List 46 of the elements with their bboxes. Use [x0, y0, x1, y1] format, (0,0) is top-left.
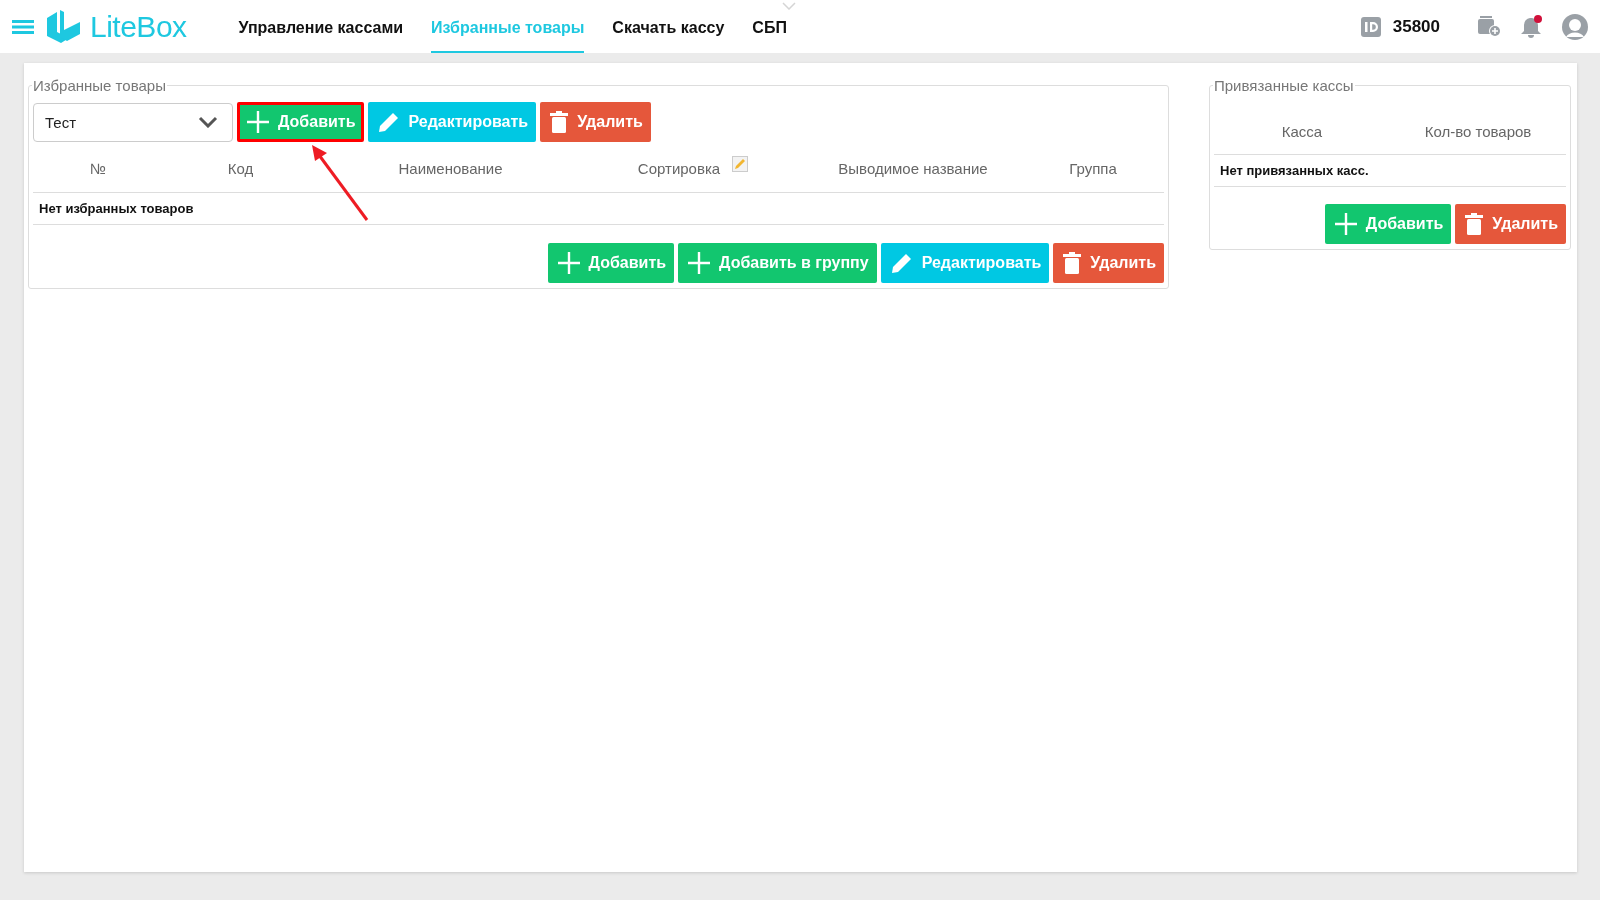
user-id: 35800	[1392, 16, 1440, 37]
column-header: Касса	[1281, 122, 1323, 140]
plus-icon	[247, 111, 269, 133]
nav-tab[interactable]: Скачать кассу	[612, 0, 725, 53]
pencil-icon	[890, 252, 913, 274]
chevron-icon[interactable]	[782, 2, 796, 10]
trash-icon	[1063, 252, 1082, 274]
plus-icon	[557, 252, 580, 274]
panel-title: Привязанные кассы	[1213, 77, 1355, 94]
delete-button[interactable]: Удалить	[1053, 243, 1164, 283]
trash-icon	[550, 111, 569, 133]
list-select[interactable]: Тест	[33, 102, 233, 142]
column-header: Код	[227, 159, 254, 177]
nav-tab[interactable]: СБП	[752, 0, 787, 53]
logo[interactable]: LiteBox	[90, 9, 187, 44]
pencil-icon[interactable]	[732, 156, 749, 172]
plus-icon	[1334, 213, 1357, 235]
menu-icon[interactable]	[12, 19, 34, 34]
chevron-icon	[198, 116, 218, 128]
plus-icon	[688, 252, 711, 274]
empty-message: Нет избранных товаров	[39, 201, 194, 216]
bell-icon[interactable]	[1520, 14, 1544, 39]
column-header: Сортировка	[637, 159, 721, 177]
avatar-icon[interactable]	[1562, 13, 1588, 40]
column-header: Выводимое название	[838, 159, 988, 177]
add-button[interactable]: Добавить	[547, 243, 675, 283]
nav-tab[interactable]: Управление кассами	[238, 0, 404, 53]
add-button[interactable]: Добавить	[237, 102, 364, 142]
id-icon	[1360, 16, 1381, 37]
delete-button[interactable]: Удалить	[1455, 204, 1566, 244]
empty-message: Нет привязанных касс.	[1220, 163, 1369, 178]
column-header: Наименование	[398, 159, 503, 177]
delete-button[interactable]: Удалить	[540, 102, 651, 142]
column-header: Кол-во товаров	[1424, 122, 1532, 140]
panel-title: Избранные товары	[32, 77, 167, 94]
edit-button[interactable]: Редактировать	[367, 102, 537, 142]
trash-icon	[1465, 213, 1484, 235]
calendar-add-icon[interactable]	[1478, 15, 1502, 38]
column-header: №	[89, 159, 107, 177]
logo-icon	[47, 9, 80, 44]
column-header: Группа	[1069, 159, 1117, 177]
add-button[interactable]: Добавить в группу	[678, 243, 877, 283]
pencil-icon	[377, 111, 400, 133]
edit-button[interactable]: Редактировать	[880, 243, 1050, 283]
nav-tab[interactable]: Избранные товары	[431, 0, 585, 53]
add-button[interactable]: Добавить	[1324, 204, 1452, 244]
